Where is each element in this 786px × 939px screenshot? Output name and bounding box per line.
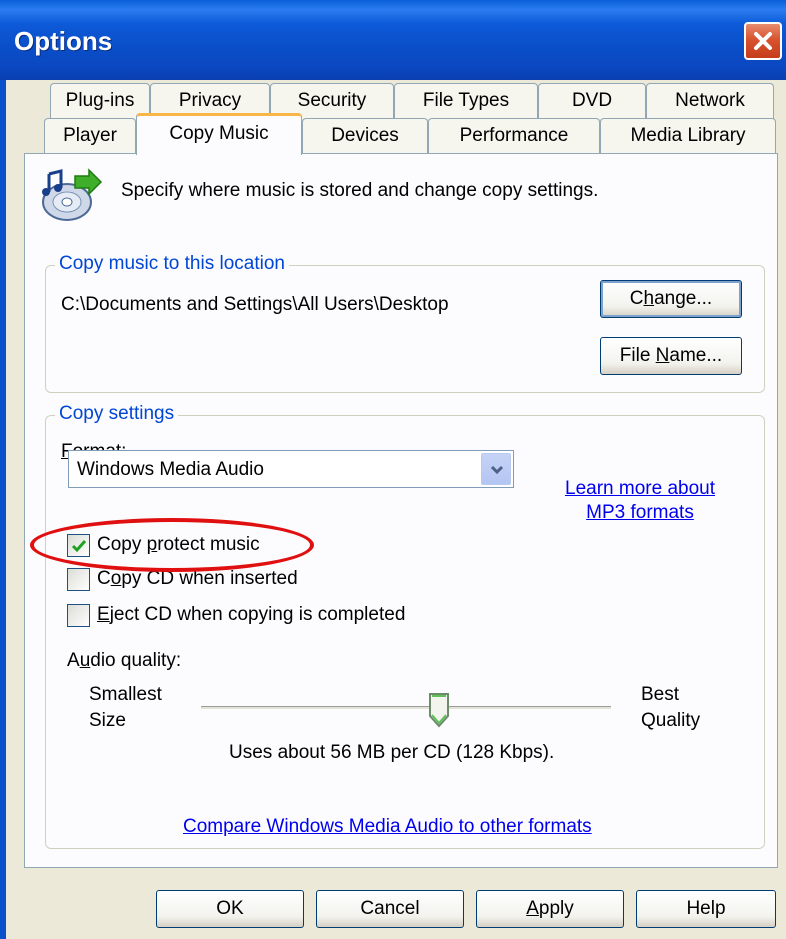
tab-player[interactable]: Player	[44, 118, 136, 154]
file-name-button-label-rest: ame...	[669, 345, 723, 366]
tab-media-library[interactable]: Media Library	[600, 118, 776, 154]
learn-more-link-line2[interactable]: MP3 formats	[555, 502, 725, 524]
format-select-value: Windows Media Audio	[77, 459, 264, 480]
tab-performance[interactable]: Performance	[428, 118, 600, 154]
tab-copy-music[interactable]: Copy Music	[136, 113, 302, 155]
slider-min-label-line1: Smallest	[89, 684, 162, 705]
audio-usage-text: Uses about 56 MB per CD (128 Kbps).	[229, 742, 555, 763]
help-button[interactable]: Help	[636, 890, 776, 928]
copy-cd-label-mnemonic: o	[110, 568, 122, 589]
eject-cd-label[interactable]: Eject CD when copying is completed	[97, 604, 405, 626]
learn-more-link-line1[interactable]: Learn more about	[555, 478, 725, 500]
copy-cd-when-inserted-checkbox[interactable]	[67, 568, 90, 591]
audio-quality-label-pre: A	[67, 650, 80, 671]
highlight-annotation	[30, 518, 314, 572]
close-icon	[754, 32, 772, 50]
eject-cd-label-post: ject CD when copying is completed	[109, 604, 406, 625]
slider-max-label-line1: Best	[641, 684, 680, 705]
cancel-button[interactable]: Cancel	[316, 890, 464, 928]
chevron-down-icon	[490, 465, 504, 475]
copy-music-panel: Specify where music is stored and change…	[24, 153, 778, 868]
change-button-label-rest: ange...	[654, 288, 713, 309]
options-dialog: Options Plug-ins Privacy Security File T…	[0, 0, 786, 939]
compare-formats-link[interactable]: Compare Windows Media Audio to other for…	[183, 816, 592, 838]
change-button-label: C	[629, 288, 644, 309]
change-button-mnemonic: h	[643, 288, 655, 309]
tab-devices[interactable]: Devices	[302, 118, 428, 154]
close-button[interactable]	[744, 22, 782, 60]
location-group-label: Copy music to this location	[55, 253, 289, 275]
format-select[interactable]: Windows Media Audio	[68, 450, 514, 488]
audio-quality-slider-track[interactable]	[201, 706, 611, 710]
format-dropdown-button[interactable]	[481, 453, 511, 485]
page-description: Specify where music is stored and change…	[121, 180, 599, 201]
apply-button-label: pply	[538, 898, 574, 919]
title-bar[interactable]: Options	[0, 0, 786, 80]
window-left-border	[0, 80, 6, 939]
audio-quality-label: Audio quality:	[67, 650, 181, 672]
ok-button[interactable]: OK	[156, 890, 304, 928]
file-name-button[interactable]: File Name...	[600, 337, 742, 375]
audio-quality-label-mnemonic: u	[79, 650, 91, 671]
apply-button-mnemonic: A	[526, 898, 539, 919]
change-button[interactable]: Change...	[600, 280, 742, 318]
tab-network[interactable]: Network	[646, 83, 774, 119]
window-title: Options	[14, 26, 113, 56]
tab-dvd[interactable]: DVD	[538, 83, 646, 119]
audio-quality-label-post: dio quality:	[90, 650, 182, 671]
copy-cd-label-pre: C	[97, 568, 111, 589]
copy-location-path: C:\Documents and Settings\All Users\Desk…	[61, 294, 449, 315]
apply-button[interactable]: Apply	[476, 890, 624, 928]
copy-settings-group-label: Copy settings	[55, 403, 179, 425]
tab-file-types[interactable]: File Types	[394, 83, 538, 119]
eject-cd-checkbox[interactable]	[67, 604, 90, 627]
file-name-button-label: File	[619, 345, 656, 366]
tab-plug-ins[interactable]: Plug-ins	[50, 83, 150, 119]
slider-min-label-line2: Size	[89, 710, 126, 731]
eject-cd-label-mnemonic: E	[97, 604, 110, 625]
file-name-button-mnemonic: N	[655, 345, 670, 366]
slider-thumb-icon[interactable]	[428, 692, 450, 728]
slider-max-label-line2: Quality	[641, 710, 701, 731]
cd-music-icon	[42, 168, 103, 221]
